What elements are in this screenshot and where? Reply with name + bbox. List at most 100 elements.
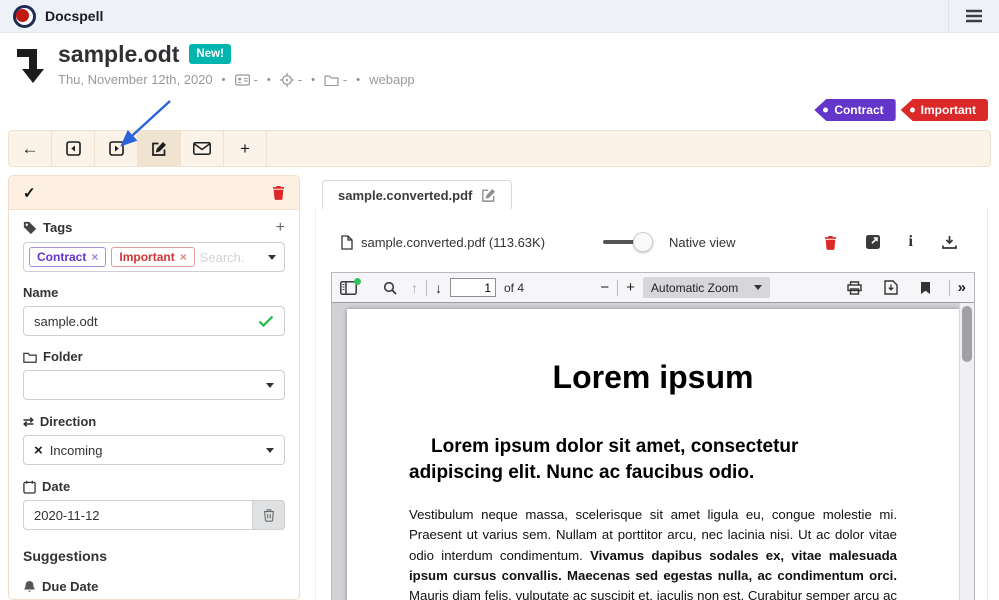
source-value: webapp (369, 72, 415, 87)
item-tags: Contract Important (814, 99, 988, 121)
arrow-down-icon: ↓ (435, 280, 442, 296)
crosshair-icon (280, 73, 294, 87)
clear-direction-icon[interactable]: × (34, 443, 43, 458)
page-number-input[interactable] (450, 278, 496, 297)
bullet-separator: • (222, 74, 226, 86)
next-item-button[interactable] (95, 131, 138, 166)
tag-contract[interactable]: Contract (814, 99, 895, 121)
back-button[interactable]: ← (9, 131, 52, 166)
folder-meta: - (324, 72, 347, 87)
tags-label: Tags (43, 220, 72, 235)
attachment-actions: i (824, 234, 957, 250)
hamburger-menu-button[interactable] (949, 0, 999, 32)
folder-label: Folder (43, 349, 83, 364)
file-info-row: sample.converted.pdf (113.63K) Native vi… (316, 208, 987, 252)
zoom-level-select[interactable]: Automatic Zoom (643, 277, 770, 298)
pdf-toolbar: ↑ ↓ of 4 − + Automatic Zoom (332, 273, 974, 303)
selected-tag-important: Important × (111, 247, 194, 267)
chevron-down-icon (266, 448, 274, 453)
direction-value: Incoming (50, 443, 103, 458)
open-in-new-window-button[interactable] (866, 235, 880, 249)
native-view-toggle[interactable] (603, 232, 655, 252)
chevron-down-icon[interactable] (268, 255, 276, 260)
delete-attachment-button[interactable] (824, 235, 837, 250)
edit-item-button[interactable] (138, 131, 181, 166)
date-label: Date (42, 479, 70, 494)
previous-page-button[interactable]: ↑ (411, 280, 418, 296)
navbar-right (948, 0, 999, 32)
double-chevron-right-icon: » (958, 279, 966, 296)
delete-item-button[interactable] (272, 185, 285, 200)
clear-date-button[interactable] (253, 500, 285, 530)
caret-square-left-icon (66, 141, 81, 156)
more-tools-button[interactable]: » (958, 279, 966, 296)
folder-select[interactable] (23, 370, 285, 400)
caret-square-right-icon (109, 141, 124, 156)
send-mail-button[interactable] (181, 131, 224, 166)
due-date-label: Due Date (42, 579, 98, 594)
toolbar-divider (949, 280, 950, 296)
download-attachment-button[interactable] (942, 235, 957, 249)
add-files-button[interactable]: + (224, 131, 267, 166)
zoom-out-button[interactable]: − (600, 279, 609, 296)
concerning-value: - (298, 72, 302, 87)
file-info-button[interactable]: i (909, 234, 913, 250)
minus-icon: − (600, 279, 609, 296)
zoom-level-value: Automatic Zoom (651, 281, 738, 295)
download-icon (942, 235, 957, 249)
tags-label-row: Tags + (23, 219, 285, 236)
direction-select[interactable]: × Incoming (23, 435, 285, 465)
tag-important[interactable]: Important (901, 99, 988, 121)
due-date-label-row: Due Date (23, 578, 285, 595)
pdf-download-button[interactable] (884, 280, 898, 295)
remove-tag-icon[interactable]: × (91, 250, 98, 264)
item-header: sample.odt New! Thu, November 12th, 2020… (14, 42, 415, 87)
next-page-button[interactable]: ↓ (435, 280, 442, 296)
confirm-check-icon[interactable]: ✓ (23, 184, 36, 202)
edit-icon (151, 141, 167, 157)
brand-link[interactable]: Docspell (0, 5, 103, 28)
folder-label-row: Folder (23, 348, 285, 365)
prev-item-button[interactable] (52, 131, 95, 166)
pdf-scrollbar[interactable] (959, 303, 974, 600)
attachment-tab-label: sample.converted.pdf (338, 188, 472, 203)
arrow-up-icon: ↑ (411, 280, 418, 296)
add-tag-button[interactable]: + (276, 220, 285, 236)
chip-label: Contract (37, 250, 86, 264)
rename-attachment-icon[interactable] (481, 188, 496, 203)
pdf-page: Lorem ipsum Lorem ipsum dolor sit amet, … (347, 309, 959, 600)
trash-icon (272, 185, 285, 200)
correspondent-value: - (254, 72, 258, 87)
notification-dot (354, 278, 361, 285)
concerning-meta: - (280, 72, 302, 87)
attachment-tab[interactable]: sample.converted.pdf (322, 180, 512, 209)
bookmark-icon (920, 281, 931, 295)
date-field-wrap (23, 500, 253, 530)
save-icon (884, 280, 898, 295)
chevron-down-icon (266, 383, 274, 388)
document-subtitle: Lorem ipsum dolor sit amet, consectetur … (409, 434, 897, 485)
selected-tag-contract: Contract × (29, 247, 106, 267)
name-input[interactable] (34, 314, 258, 329)
plus-icon: + (240, 139, 250, 159)
print-button[interactable] (847, 281, 862, 295)
name-field-wrap (23, 306, 285, 336)
bell-icon (23, 580, 36, 594)
incoming-direction-icon (14, 46, 44, 84)
current-view-button[interactable] (920, 281, 931, 295)
toggle-knob[interactable] (633, 232, 653, 252)
tags-multiselect[interactable]: Contract × Important × Search. (23, 242, 285, 272)
toggle-sidebar-button[interactable] (340, 281, 357, 295)
bullet-separator: • (267, 74, 271, 86)
item-title: sample.odt (58, 42, 179, 67)
date-input[interactable] (34, 508, 242, 523)
brand-name: Docspell (45, 8, 103, 24)
item-date: Thu, November 12th, 2020 (58, 72, 213, 87)
remove-tag-icon[interactable]: × (180, 250, 187, 264)
pdf-scrollbar-thumb[interactable] (962, 306, 972, 362)
zoom-in-button[interactable]: + (626, 279, 635, 296)
info-icon: i (909, 234, 913, 250)
pdf-search-button[interactable] (383, 281, 397, 295)
calendar-icon (23, 480, 36, 494)
trash-icon (824, 235, 837, 250)
